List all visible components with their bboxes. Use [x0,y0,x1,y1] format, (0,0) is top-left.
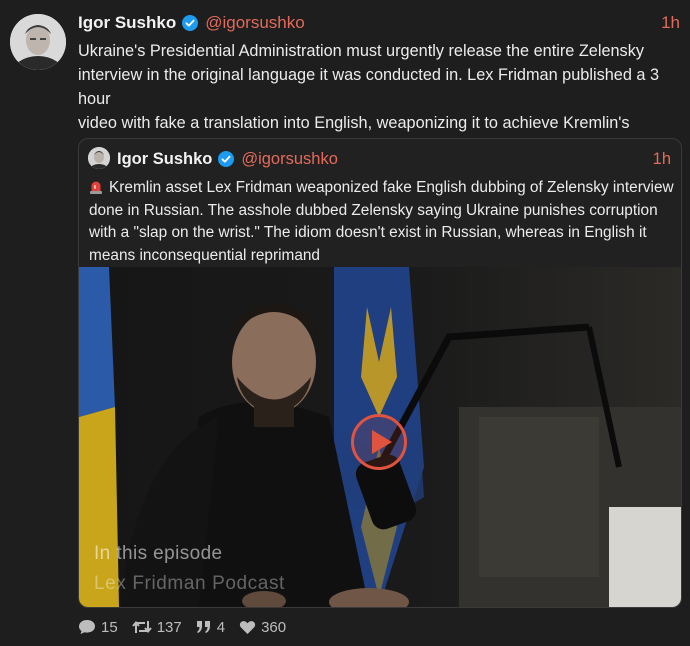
reply-button[interactable]: 15 [78,619,118,636]
tweet-actions: 15 137 4 360 [78,616,300,638]
quoted-tweet-body: Kremlin asset Lex Fridman weaponized fak… [89,179,674,264]
heart-icon [239,620,256,634]
quoted-author-handle[interactable]: @igorsushko [241,150,338,169]
quoted-author-avatar[interactable] [88,147,110,169]
tweet-header: Igor Sushko @igorsushko 1h [78,11,680,35]
quote-button[interactable]: 4 [196,619,225,636]
like-count: 360 [261,618,287,636]
reply-count: 15 [101,618,118,636]
retweet-icon [131,620,152,634]
video-overlay-title: In this episode [94,543,223,564]
quote-icon [196,621,210,633]
quoted-tweet-timestamp[interactable]: 1h [653,150,671,169]
author-name[interactable]: Igor Sushko [78,13,176,33]
video-player[interactable]: In this episode Lex Fridman Podcast [79,267,681,607]
siren-icon [90,181,102,194]
verified-badge-icon [218,151,235,167]
tweet-timestamp[interactable]: 1h [661,13,680,33]
video-overlay-subtitle: Lex Fridman Podcast [94,573,285,594]
retweet-count: 137 [156,618,182,636]
verified-badge-icon [182,15,199,31]
quoted-tweet-text: Kremlin asset Lex Fridman weaponized fak… [89,177,674,267]
quoted-author-name[interactable]: Igor Sushko [117,150,212,169]
like-button[interactable]: 360 [239,619,286,636]
quote-count: 4 [216,618,226,636]
play-button[interactable] [351,414,407,470]
author-handle[interactable]: @igorsushko [205,13,304,33]
quoted-tweet[interactable]: Igor Sushko @igorsushko 1h Kremlin asset… [78,138,682,608]
reply-icon [79,620,95,634]
author-avatar[interactable] [10,14,66,70]
tweet: Igor Sushko @igorsushko 1h Ukraine's Pre… [0,0,690,646]
play-icon [372,430,392,454]
retweet-button[interactable]: 137 [131,618,182,636]
quoted-tweet-header: Igor Sushko @igorsushko 1h [117,146,671,172]
